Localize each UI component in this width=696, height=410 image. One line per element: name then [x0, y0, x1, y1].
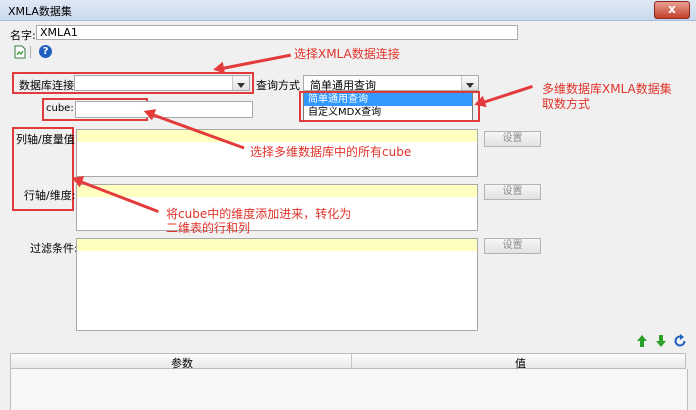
- column-axis-label: 列轴/度量值:: [16, 133, 79, 146]
- row-axis-settings-button[interactable]: 设置: [484, 184, 541, 200]
- filter-highlight-row: [77, 239, 477, 251]
- annotation-query-line2: 取数方式: [542, 97, 591, 111]
- chevron-down-icon[interactable]: [461, 76, 478, 90]
- toolbar-divider: [30, 46, 31, 58]
- annotation-select-cube: 选择多维数据库中的所有cube: [250, 145, 412, 159]
- query-options-highlight-box: [299, 91, 480, 122]
- cube-input[interactable]: [75, 101, 253, 118]
- close-icon: x: [668, 2, 676, 16]
- annotation-select-connection: 选择XMLA数据连接: [294, 47, 400, 61]
- row-axis-highlight-row: [77, 185, 477, 197]
- name-value: XMLA1: [40, 26, 78, 39]
- cube-label: cube:: [46, 103, 74, 114]
- filter-settings-button[interactable]: 设置: [484, 238, 541, 254]
- column-axis-settings-button[interactable]: 设置: [484, 131, 541, 147]
- name-label: 名字:: [10, 29, 36, 42]
- title-bar: XMLA数据集 x: [0, 0, 696, 21]
- column-axis-highlight-row: [77, 130, 477, 142]
- annotation-dimensions-line2: 二维表的行和列: [166, 221, 251, 235]
- column-divider: [351, 354, 352, 368]
- name-input[interactable]: XMLA1: [36, 25, 518, 40]
- chevron-down-icon[interactable]: [232, 76, 249, 90]
- help-icon[interactable]: ?: [39, 45, 52, 58]
- filter-label: 过滤条件:: [30, 242, 78, 255]
- move-up-icon[interactable]: [636, 334, 648, 348]
- query-select[interactable]: 简单通用查询: [303, 75, 479, 92]
- preview-icon[interactable]: [14, 45, 26, 59]
- refresh-icon[interactable]: [674, 334, 687, 348]
- close-button[interactable]: x: [654, 1, 690, 19]
- query-label: 查询方式: [256, 79, 300, 92]
- connection-label: 数据库连接:: [19, 79, 78, 92]
- params-table-header: 参数 值: [10, 353, 686, 370]
- annotation-arrow-query: [482, 85, 533, 104]
- move-down-icon[interactable]: [655, 334, 667, 348]
- connection-select[interactable]: [74, 75, 250, 91]
- annotation-arrow-connection: [221, 53, 292, 70]
- row-axis-label: 行轴/维度:: [24, 189, 76, 202]
- params-table-body[interactable]: [10, 369, 688, 410]
- filter-area[interactable]: [76, 238, 478, 331]
- window-title: XMLA数据集: [8, 5, 72, 18]
